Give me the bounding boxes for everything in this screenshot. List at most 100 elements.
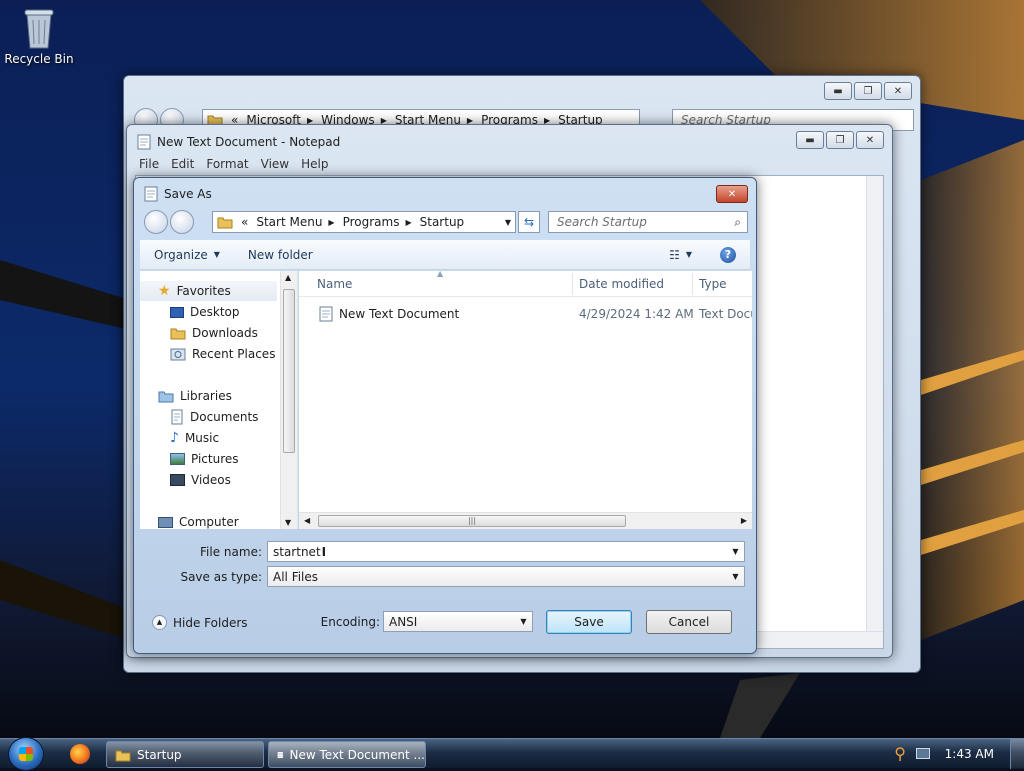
save-as-title: Save As [164, 187, 212, 201]
menu-help[interactable]: Help [295, 155, 334, 175]
refresh-button[interactable]: ⇆ [518, 211, 540, 233]
file-name-value: startnet [273, 544, 321, 559]
address-dropdown-icon[interactable]: ▼ [505, 218, 511, 227]
view-list-icon: ☷ [669, 247, 680, 262]
save-as-titlebar: Save As [144, 186, 212, 202]
nav-recent-places[interactable]: Recent Places [170, 344, 275, 364]
back-button[interactable] [144, 210, 168, 234]
scroll-left-icon[interactable]: ◀ [304, 516, 310, 525]
search-input[interactable]: Search Startup ⌕ [548, 211, 748, 233]
crumb-programs[interactable]: Programs ▶ [339, 215, 416, 229]
nav-libraries[interactable]: Libraries [158, 386, 232, 406]
crumb-startup[interactable]: Startup [416, 215, 469, 229]
nav-favorites[interactable]: ★ Favorites [140, 281, 277, 301]
column-date-modified[interactable]: Date modified [579, 277, 664, 291]
notepad-titlebar: New Text Document - Notepad [137, 134, 340, 150]
cancel-button[interactable]: Cancel [646, 610, 732, 634]
nav-computer[interactable]: Computer [158, 512, 239, 529]
explorer-minimize-button[interactable]: ▬ [824, 82, 852, 100]
file-list-scroll-thumb[interactable]: ||| [318, 515, 626, 527]
downloads-folder-icon [170, 328, 186, 340]
new-folder-button[interactable]: New folder [234, 248, 327, 262]
navigation-pane-scroll-thumb[interactable] [283, 289, 295, 453]
nav-documents[interactable]: Documents [170, 407, 258, 427]
videos-icon [170, 474, 185, 486]
notepad-close-button[interactable]: ✕ [856, 131, 884, 149]
encoding-value: ANSI [389, 614, 418, 629]
scroll-up-icon[interactable]: ▲ [285, 273, 291, 282]
menu-file[interactable]: File [133, 155, 165, 175]
firefox-icon[interactable] [70, 744, 90, 764]
pictures-icon [170, 453, 185, 465]
desktop-icon [170, 306, 184, 318]
notepad-minimize-button[interactable]: ▬ [796, 131, 824, 149]
nav-music[interactable]: ♪ Music [170, 428, 219, 448]
save-as-dialog[interactable]: Save As ✕ « Start Menu ▶ Programs ▶ Startu… [133, 177, 757, 654]
column-name[interactable]: Name [317, 277, 352, 291]
menu-format[interactable]: Format [200, 155, 254, 175]
recycle-bin[interactable]: Recycle Bin [4, 6, 74, 66]
notepad-title: New Text Document - Notepad [157, 135, 341, 149]
file-row[interactable]: New Text Document 4/29/2024 1:42 AM Text… [299, 303, 752, 325]
file-list[interactable]: Name ▲ Date modified Type New Text Docum… [299, 271, 752, 529]
view-options-button[interactable]: ☷ ▼ [655, 248, 706, 262]
column-type[interactable]: Type [699, 277, 727, 291]
file-name-input[interactable]: startnet I ▼ [267, 541, 745, 562]
menu-edit[interactable]: Edit [165, 155, 200, 175]
folder-icon [217, 217, 233, 229]
organize-button[interactable]: Organize ▼ [140, 248, 234, 262]
forward-button[interactable] [170, 210, 194, 234]
start-button[interactable] [8, 737, 44, 771]
help-button[interactable]: ? [706, 246, 750, 263]
explorer-caption-buttons: ▬ ❐ ✕ [824, 82, 912, 100]
recycle-bin-label: Recycle Bin [4, 52, 74, 66]
computer-icon [158, 516, 173, 528]
file-date: 4/29/2024 1:42 AM [579, 307, 694, 321]
scroll-right-icon[interactable]: ▶ [741, 516, 747, 525]
hide-folders-button[interactable]: ▲ Hide Folders [152, 615, 248, 630]
navigation-pane-scrollbar[interactable]: ▲ ▼ [280, 271, 297, 529]
save-as-type-dropdown-icon[interactable]: ▼ [727, 567, 744, 586]
file-list-horizontal-scrollbar[interactable]: ◀ ||| ▶ [299, 512, 752, 529]
notepad-maximize-button[interactable]: ❐ [826, 131, 854, 149]
encoding-select[interactable]: ANSI ▼ [383, 611, 533, 632]
scroll-down-icon[interactable]: ▼ [285, 518, 291, 527]
taskbar: Startup New Text Document ... ⚲ 1:43 AM [0, 737, 1024, 771]
breadcrumb-overflow[interactable]: « [237, 215, 252, 229]
clock[interactable]: 1:43 AM [945, 747, 994, 761]
file-type: Text Docu [699, 307, 752, 321]
network-tray-icon[interactable] [916, 748, 930, 759]
music-icon: ♪ [170, 430, 179, 446]
explorer-close-button[interactable]: ✕ [884, 82, 912, 100]
navigation-pane[interactable]: ★ Favorites Desktop Downloads Recent Pla… [140, 271, 298, 529]
nav-videos[interactable]: Videos [170, 470, 231, 490]
save-as-close-button[interactable]: ✕ [716, 185, 748, 203]
recent-places-icon [170, 348, 186, 361]
menu-view[interactable]: View [255, 155, 295, 175]
taskbar-item-notepad[interactable]: New Text Document ... [268, 741, 426, 768]
show-desktop-button[interactable] [1010, 739, 1024, 769]
notepad-menubar: File Edit Format View Help [133, 155, 886, 175]
explorer-maximize-button[interactable]: ❐ [854, 82, 882, 100]
crumb-start-menu[interactable]: Start Menu ▶ [252, 215, 338, 229]
file-name-label: File name: [200, 545, 262, 559]
text-cursor-icon: I [321, 544, 327, 559]
search-tray-icon[interactable]: ⚲ [894, 744, 906, 763]
taskbar-item-startup[interactable]: Startup [106, 741, 264, 768]
notepad-icon [277, 751, 284, 758]
recycle-bin-icon [24, 9, 54, 49]
encoding-dropdown-icon[interactable]: ▼ [515, 612, 532, 631]
chevron-down-icon: ▼ [213, 250, 220, 259]
nav-downloads[interactable]: Downloads [170, 323, 258, 343]
file-name-dropdown-icon[interactable]: ▼ [727, 542, 744, 561]
save-button[interactable]: Save [546, 610, 632, 634]
nav-desktop[interactable]: Desktop [170, 302, 240, 322]
notepad-vertical-scrollbar[interactable] [866, 176, 883, 631]
save-as-type-select[interactable]: All Files ▼ [267, 566, 745, 587]
save-as-type-label: Save as type: [180, 570, 262, 584]
address-bar[interactable]: « Start Menu ▶ Programs ▶ Startup ▼ [212, 211, 516, 233]
save-as-toolbar: Organize ▼ New folder ☷ ▼ ? [140, 240, 750, 270]
chevron-up-circle-icon: ▲ [152, 615, 167, 630]
nav-pictures[interactable]: Pictures [170, 449, 239, 469]
windows-logo-icon [19, 747, 33, 761]
